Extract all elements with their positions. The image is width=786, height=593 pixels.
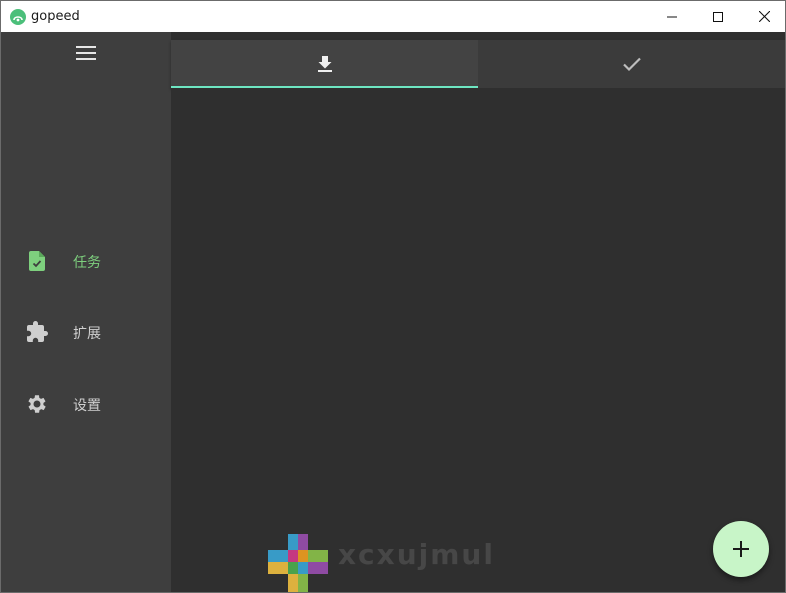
window-title: gopeed <box>31 9 80 24</box>
minimize-icon <box>667 16 677 17</box>
sidebar-item-extensions[interactable]: 扩展 <box>1 310 171 354</box>
gear-icon <box>28 395 46 413</box>
tab-completed[interactable] <box>478 40 785 88</box>
watermark: xcxujmul <box>268 534 528 592</box>
sidebar-item-tasks[interactable]: 任务 <box>1 239 171 283</box>
task-list-area <box>171 88 785 592</box>
add-task-button[interactable] <box>713 521 769 577</box>
maximize-icon <box>713 11 723 22</box>
menu-button[interactable] <box>75 43 97 63</box>
sidebar: 任务 扩展 设置 <box>1 32 171 592</box>
sidebar-item-label: 设置 <box>73 398 101 414</box>
check-icon <box>622 57 641 72</box>
title-bar[interactable]: gopeed <box>1 1 785 32</box>
minimize-button[interactable] <box>649 1 695 32</box>
close-icon <box>758 11 770 22</box>
sidebar-item-label: 扩展 <box>73 326 101 342</box>
watermark-text: xcxujmul <box>338 538 495 571</box>
tab-bar <box>171 40 785 88</box>
window-controls <box>649 1 785 32</box>
hamburger-menu-icon <box>76 46 96 60</box>
task-file-icon <box>29 251 45 271</box>
watermark-logo-icon <box>268 534 328 592</box>
sidebar-item-label: 任务 <box>73 255 101 271</box>
sidebar-item-settings[interactable]: 设置 <box>1 382 171 426</box>
plus-icon <box>733 541 749 557</box>
download-icon <box>317 56 332 72</box>
tab-downloading[interactable] <box>171 40 478 88</box>
gopeed-logo-icon <box>10 8 26 25</box>
close-button[interactable] <box>741 1 785 32</box>
app-window: gopeed 任务 扩展 设置 xcxujmul <box>0 0 786 593</box>
puzzle-icon <box>27 321 48 342</box>
maximize-button[interactable] <box>695 1 741 32</box>
